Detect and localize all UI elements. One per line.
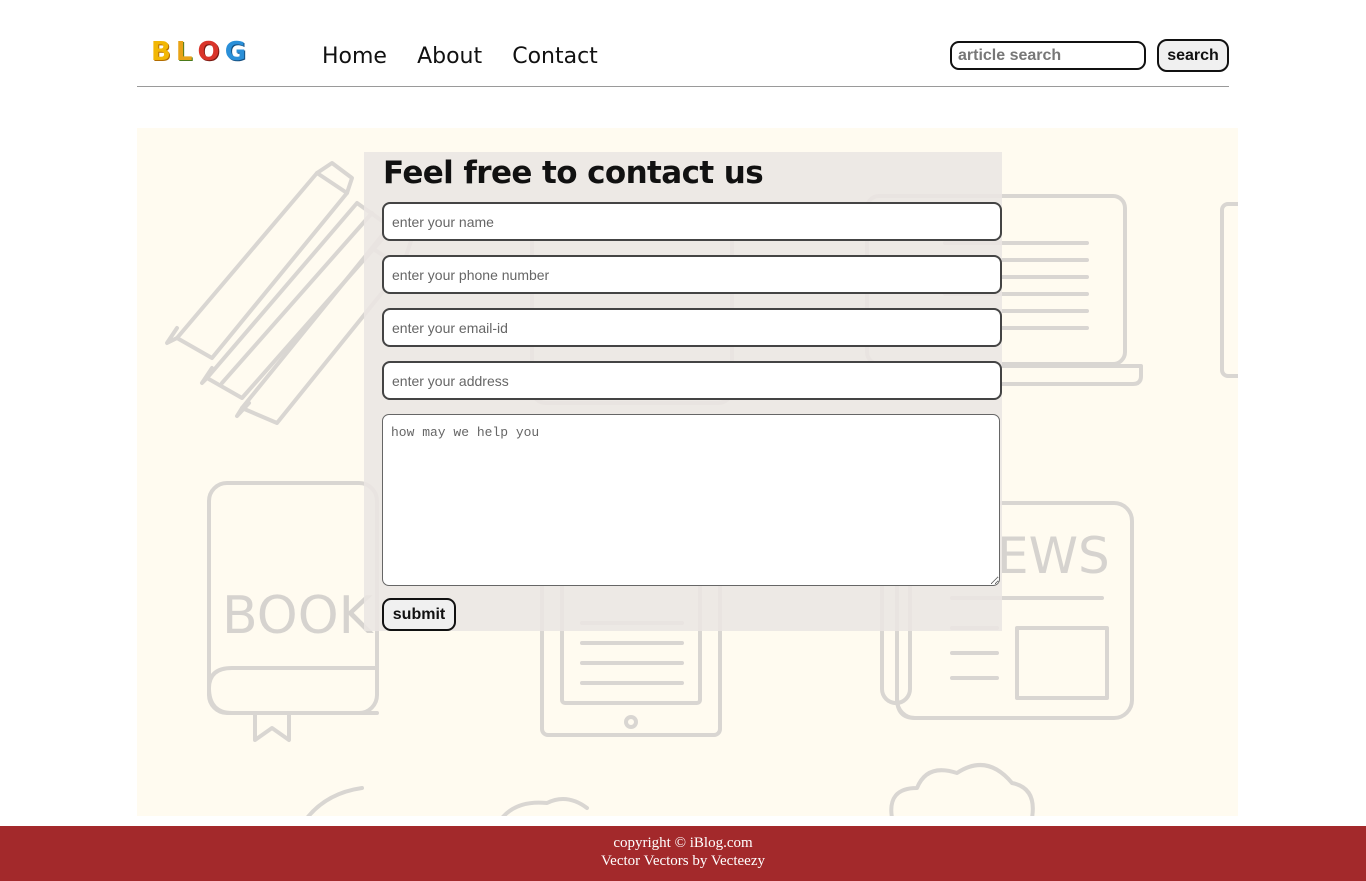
search-button[interactable]: search <box>1157 39 1229 72</box>
nav-contact-link[interactable]: Contact <box>512 42 598 72</box>
message-textarea[interactable] <box>382 414 1000 586</box>
logo-letter-l: L <box>175 37 193 67</box>
nav-about-link[interactable]: About <box>417 42 482 72</box>
article-search-input[interactable] <box>950 41 1146 70</box>
svg-text:BOOK: BOOK <box>222 586 375 646</box>
book-icon: BOOK <box>207 481 379 742</box>
svg-text:EWS: EWS <box>997 527 1110 585</box>
logo-letter-o: O <box>197 37 220 67</box>
name-field[interactable] <box>382 202 1002 241</box>
footer-copyright: copyright © iBlog.com <box>613 835 753 851</box>
site-header: B L O G Home About Contact search <box>137 0 1229 87</box>
logo-letter-b: B <box>151 37 171 67</box>
blog-logo[interactable]: B L O G <box>151 37 246 67</box>
address-field[interactable] <box>382 361 1002 400</box>
phone-field[interactable] <box>382 255 1002 294</box>
footer-credit-link[interactable]: Vector Vectors by Vecteezy <box>0 853 1366 870</box>
contact-form-panel: Feel free to contact us submit <box>364 152 1002 631</box>
site-footer: copyright © iBlog.com Vector Vectors by … <box>0 826 1366 881</box>
submit-button[interactable]: submit <box>382 598 456 631</box>
email-field[interactable] <box>382 308 1002 347</box>
contact-form-title: Feel free to contact us <box>383 155 764 191</box>
nav-home-link[interactable]: Home <box>322 42 387 72</box>
cloud-icon <box>306 763 1035 816</box>
main-nav: Home About Contact <box>322 42 623 72</box>
logo-letter-g: G <box>224 37 246 67</box>
